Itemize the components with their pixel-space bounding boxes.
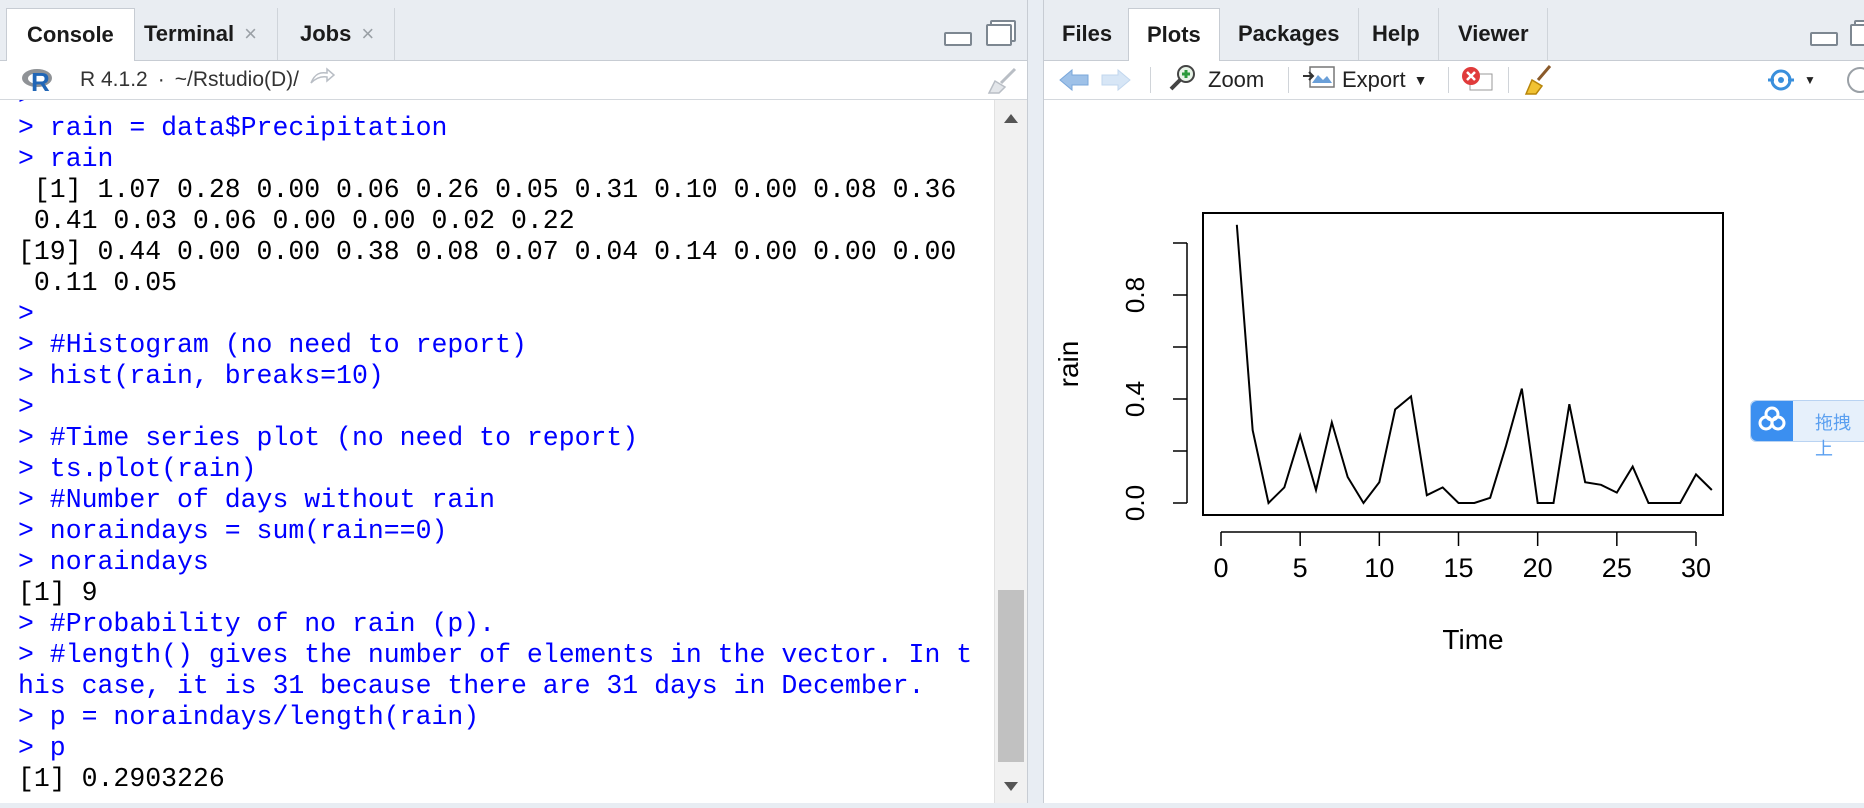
tab-viewer-label: Viewer bbox=[1458, 21, 1529, 46]
export-label: Export bbox=[1342, 67, 1406, 92]
console-input-line: > ts.plot(rain) bbox=[18, 454, 257, 484]
zoom-label: Zoom bbox=[1208, 67, 1265, 92]
minimize-pane-icon[interactable] bbox=[944, 32, 972, 46]
scroll-down-icon[interactable] bbox=[1004, 782, 1018, 791]
console-output[interactable]: >> rain = data$Precipitation> rain [1] 1… bbox=[0, 100, 993, 803]
console-input-line: > p = noraindays/length(rain) bbox=[18, 702, 480, 732]
y-axis-title: rain bbox=[1053, 341, 1084, 388]
console-output-line: [1] 0.2903226 bbox=[18, 764, 225, 794]
console-input-line: > bbox=[18, 392, 34, 422]
x-tick-label: 0 bbox=[1213, 553, 1228, 583]
tab-console[interactable]: Console bbox=[6, 8, 135, 61]
x-tick-label: 20 bbox=[1523, 553, 1553, 583]
back-arrow-icon[interactable] bbox=[1058, 61, 1090, 99]
export-button[interactable]: Export ▼ bbox=[1302, 61, 1427, 99]
tab-terminal-label: Terminal bbox=[144, 21, 235, 46]
plot-frame bbox=[1202, 212, 1724, 516]
baidu-drag-widget[interactable]: 拖拽上 bbox=[1750, 400, 1864, 459]
plots-pane: Files Plots Packages Help Viewer Zoom Ex… bbox=[1043, 0, 1864, 803]
x-tick-label: 5 bbox=[1293, 553, 1308, 583]
console-input-line: > hist(rain, breaks=10) bbox=[18, 361, 384, 391]
tab-jobs[interactable]: Jobs × bbox=[280, 8, 396, 60]
x-tick-label: 10 bbox=[1364, 553, 1394, 583]
x-tick-label: 25 bbox=[1602, 553, 1632, 583]
console-input-line: > rain = data$Precipitation bbox=[18, 113, 448, 143]
x-tick-label: 15 bbox=[1443, 553, 1473, 583]
close-icon[interactable]: × bbox=[361, 21, 374, 47]
clear-console-icon[interactable] bbox=[985, 67, 1019, 101]
minimize-pane-icon[interactable] bbox=[1810, 32, 1838, 46]
tab-terminal[interactable]: Terminal × bbox=[124, 8, 278, 60]
zoom-icon bbox=[1168, 63, 1198, 97]
r-version: R 4.1.2 bbox=[80, 68, 148, 91]
baidu-widget-text: 拖拽上 bbox=[1815, 413, 1851, 459]
console-input-line: > #Probability of no rain (p). bbox=[18, 609, 496, 639]
tab-console-label: Console bbox=[27, 22, 114, 47]
console-input-line: > #Number of days without rain bbox=[18, 485, 496, 515]
console-tabbar: Console Terminal × Jobs × bbox=[0, 0, 1027, 61]
console-output-line: [19] 0.44 0.00 0.00 0.38 0.08 0.07 0.04 … bbox=[18, 237, 957, 267]
clear-all-plots-icon[interactable] bbox=[1520, 61, 1554, 99]
maximize-pane-icon[interactable] bbox=[986, 24, 1012, 46]
console-input-line: > bbox=[18, 299, 34, 329]
plot-area: 0.0 0.4 0.8 0 5 10 15 20 25 30 Time rain bbox=[1044, 100, 1864, 803]
series-line bbox=[1235, 224, 1713, 505]
chevron-down-icon: ▼ bbox=[1413, 72, 1428, 88]
refresh-icon[interactable] bbox=[1840, 61, 1864, 99]
working-directory[interactable]: ~/Rstudio(D)/ bbox=[175, 68, 299, 92]
zoom-button[interactable]: Zoom bbox=[1168, 61, 1264, 99]
y-tick-label: 0.0 bbox=[1120, 485, 1150, 521]
export-icon bbox=[1302, 63, 1336, 97]
tab-packages-label: Packages bbox=[1238, 21, 1340, 46]
console-scrollbar[interactable] bbox=[994, 100, 1027, 803]
console-input-line: > p bbox=[18, 733, 66, 763]
baidu-cloud-icon bbox=[1751, 401, 1793, 441]
x-tick-label: 30 bbox=[1681, 553, 1711, 583]
y-tick-label: 0.8 bbox=[1120, 277, 1150, 313]
console-input-line: his case, it is 31 because there are 31 … bbox=[18, 671, 925, 701]
close-icon[interactable]: × bbox=[244, 21, 257, 47]
tab-help-label: Help bbox=[1372, 21, 1420, 46]
tab-viewer[interactable]: Viewer bbox=[1440, 8, 1548, 60]
scroll-up-icon[interactable] bbox=[1004, 114, 1018, 123]
console-input-line: > #length() gives the number of elements… bbox=[18, 640, 973, 670]
console-toolbar: R R 4.1.2 · ~/Rstudio(D)/ bbox=[0, 61, 1027, 100]
publish-icon[interactable] bbox=[1764, 61, 1798, 99]
forward-arrow-icon[interactable] bbox=[1100, 61, 1132, 99]
console-input-line: > #Histogram (no need to report) bbox=[18, 330, 527, 360]
console-input-line: > noraindays = sum(rain==0) bbox=[18, 516, 448, 546]
toolbar-separator: · bbox=[157, 68, 165, 91]
plots-tabbar: Files Plots Packages Help Viewer bbox=[1044, 0, 1864, 61]
maximize-pane-icon[interactable] bbox=[1850, 24, 1864, 46]
console-output-line: 0.11 0.05 bbox=[18, 268, 178, 298]
tab-plots-label: Plots bbox=[1147, 22, 1201, 47]
console-output-line: 0.41 0.03 0.06 0.00 0.00 0.02 0.22 bbox=[18, 206, 575, 236]
remove-plot-icon[interactable] bbox=[1460, 61, 1496, 99]
plots-toolbar: Zoom Export ▼ ▼ bbox=[1044, 61, 1864, 100]
time-series-chart: 0.0 0.4 0.8 0 5 10 15 20 25 30 Time rain bbox=[1053, 212, 1724, 655]
tab-help[interactable]: Help bbox=[1354, 8, 1439, 60]
console-pane: Console Terminal × Jobs × R R 4.1.2 · ~/Rs… bbox=[0, 0, 1028, 803]
x-axis-title: Time bbox=[1442, 624, 1503, 655]
console-input-line: > rain bbox=[18, 144, 114, 174]
tab-packages[interactable]: Packages bbox=[1220, 8, 1359, 60]
tab-files-label: Files bbox=[1062, 21, 1113, 46]
tab-plots[interactable]: Plots bbox=[1128, 8, 1220, 61]
goto-directory-icon[interactable] bbox=[309, 67, 336, 93]
console-output-line: [1] 1.07 0.28 0.00 0.06 0.26 0.05 0.31 0… bbox=[18, 175, 957, 205]
console-output-line: [1] 9 bbox=[18, 578, 98, 608]
console-input-line: > #Time series plot (no need to report) bbox=[18, 423, 639, 453]
r-logo-icon: R bbox=[22, 67, 56, 97]
chevron-down-icon[interactable]: ▼ bbox=[1804, 61, 1816, 99]
tab-jobs-label: Jobs bbox=[300, 21, 352, 46]
scrollbar-thumb[interactable] bbox=[998, 590, 1024, 762]
y-tick-label: 0.4 bbox=[1120, 381, 1150, 417]
console-input-line: > noraindays bbox=[18, 547, 209, 577]
console-input-line: > bbox=[18, 100, 34, 113]
tab-files[interactable]: Files bbox=[1044, 8, 1132, 60]
